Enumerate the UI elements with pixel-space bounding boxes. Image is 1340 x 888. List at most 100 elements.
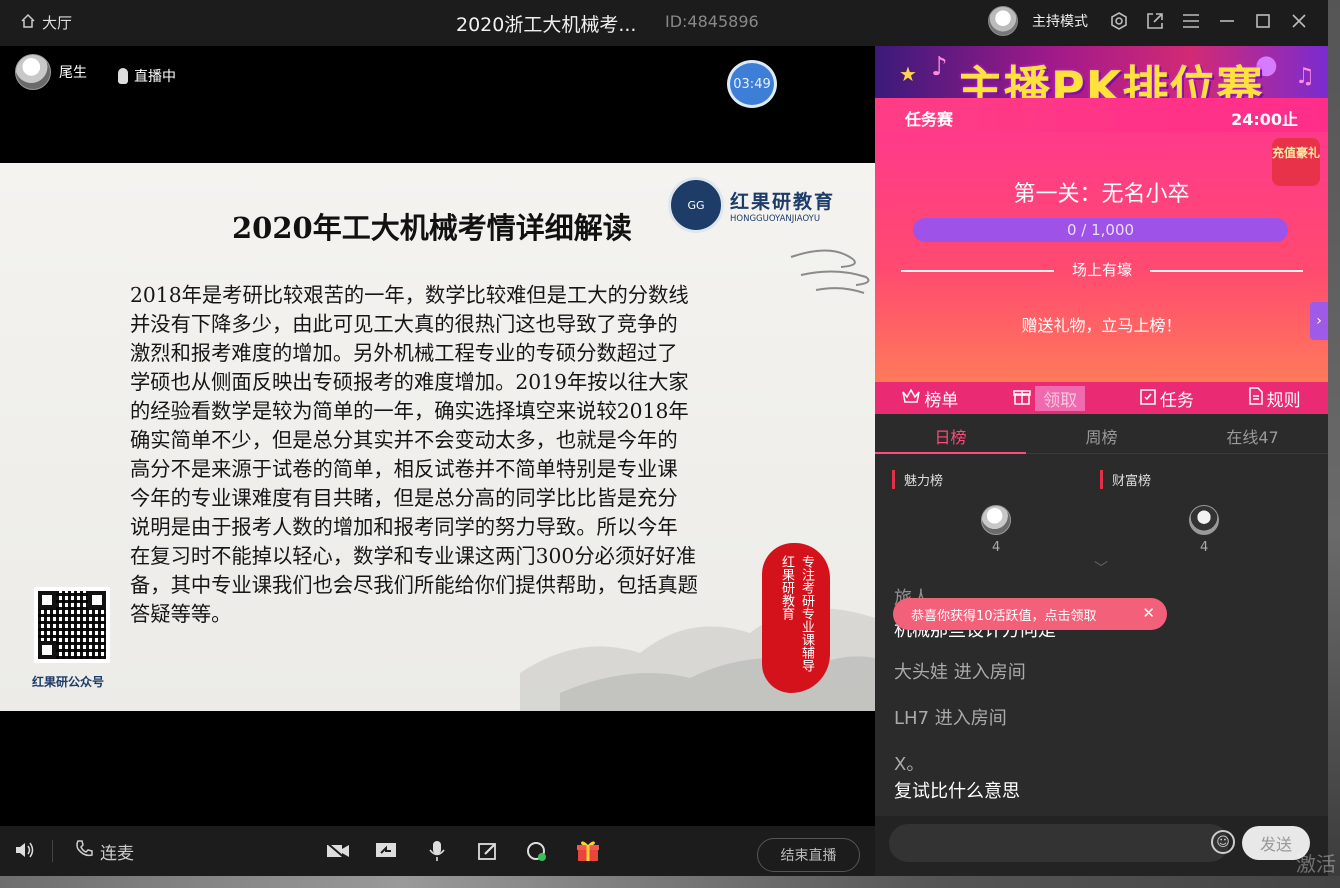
slide-line: 今年的专业课难度有目共睹，但是总分高的同学比比皆是充分 — [130, 486, 678, 510]
wealth-top-avatar[interactable] — [1189, 505, 1219, 535]
pk-progress-bar: 0 / 1,000 — [913, 218, 1288, 242]
charm-count: 4 — [992, 540, 1001, 555]
right-panel: ★ ♪ ● ♫ 主播PK排位赛 任务赛 24:00止 充值豪礼 第一关：无名小卒… — [875, 46, 1328, 876]
tab-tasks[interactable]: 任务 — [1136, 384, 1198, 413]
pk-divider-label: 场上有壕 — [1072, 261, 1133, 279]
star-icon: ★ — [899, 62, 917, 86]
host-name: 尾生 — [59, 65, 87, 81]
pk-divider: 场上有壕 — [901, 263, 1303, 278]
tab-label: 规则 — [1266, 390, 1301, 411]
tab-daily[interactable]: 日榜 — [875, 414, 1026, 454]
screen-share-icon[interactable] — [374, 841, 398, 861]
lobby-button[interactable]: 大厅 — [20, 12, 72, 33]
rank-tabs: 日榜 周榜 在线47 — [875, 414, 1328, 454]
wealth-board-title: 财富榜 — [1100, 470, 1151, 489]
charm-board: 魅力榜 — [892, 470, 943, 489]
tab-leaderboard[interactable]: 榜单 — [898, 384, 962, 413]
close-icon[interactable]: ✕ — [1142, 604, 1155, 622]
video-area: 尾生 直播中 03:49 GG 红果研教育 HONGGUOYANJIAOYU 2… — [0, 46, 875, 826]
chevron-down-icon[interactable]: ﹀ — [1087, 562, 1115, 576]
chat-panel: 旅人 机械那些设计方向是 恭喜你获得10活跃值，点击领取 ✕ 大头娃 进入房间 … — [875, 580, 1328, 816]
pk-banner: ★ ♪ ● ♫ 主播PK排位赛 任务赛 24:00止 — [875, 46, 1328, 132]
cloud-swirl-decoration — [790, 249, 870, 294]
live-label: 直播中 — [134, 69, 176, 85]
microphone-icon — [118, 68, 128, 84]
pk-tabs: 榜单 领取 任务 规则 — [875, 382, 1328, 414]
music-note-icon: ♫ — [1295, 64, 1315, 89]
activity-toast[interactable]: 恭喜你获得10活跃值，点击领取 ✕ — [893, 598, 1167, 630]
ranking-boards: 魅力榜 4 财富榜 4 ﹀ — [875, 456, 1328, 580]
seal-text: 红果研教育 — [779, 555, 794, 620]
camera-off-icon[interactable] — [325, 841, 351, 861]
chevron-right-icon[interactable]: › — [1310, 302, 1328, 340]
gift-tip: 赠送礼物，立马上榜！ — [1021, 316, 1182, 335]
red-seal-stamp: 专注考研专业课辅导 红果研教育 — [762, 543, 830, 693]
speaker-icon[interactable] — [14, 840, 36, 860]
brand-name-cn: 红果研教育 — [730, 190, 836, 213]
settings-icon[interactable] — [1108, 10, 1130, 32]
chat-username: X。 — [894, 754, 925, 775]
music-note-icon: ♪ — [931, 52, 948, 82]
tab-label: 榜单 — [924, 390, 959, 411]
brand-logo-icon: GG — [668, 177, 724, 233]
slide-line: 在复习时不能掉以轻心，数学和专业课这两门300分必须好好准 — [130, 544, 697, 568]
brand-logo-block: GG 红果研教育 HONGGUOYANJIAOYU — [668, 177, 835, 233]
gift-box-icon — [1013, 387, 1031, 410]
tab-rules[interactable]: 规则 — [1245, 384, 1305, 413]
slide-line: 高分不是来源于试卷的简单，相反试卷并不简单特别是专业课 — [130, 457, 678, 481]
slide-line: 说明是由于报考人数的增加和报考同学的努力导致。所以今年 — [130, 515, 678, 539]
toast-text: 恭喜你获得10活跃值，点击领取 — [911, 608, 1097, 624]
phone-icon — [74, 839, 94, 864]
chat-system-message: 大头娃 进入房间 — [894, 662, 1026, 683]
chat-message: 复试比什么意思 — [894, 781, 1020, 802]
tab-online[interactable]: 在线47 — [1177, 414, 1328, 453]
user-avatar[interactable] — [988, 6, 1018, 36]
qr-code — [34, 587, 110, 663]
microphone-button-icon[interactable] — [428, 840, 446, 862]
gift-icon[interactable] — [576, 839, 600, 863]
crown-icon — [902, 387, 921, 409]
slide-title: 2020年工大机械考情详细解读 — [232, 211, 632, 245]
room-id: ID:4845896 — [665, 12, 759, 31]
edit-icon[interactable] — [477, 841, 499, 861]
control-bar: 连麦 结束直播 — [0, 826, 875, 876]
emoji-icon[interactable]: ☺ — [1211, 830, 1235, 854]
minimize-icon[interactable] — [1216, 10, 1238, 32]
slide-line: 的经验看数学是较为简单的一年，确实选择填空来说较2018年 — [130, 399, 689, 423]
activation-watermark: 激活 — [1296, 852, 1336, 876]
brand-name-en: HONGGUOYANJIAOYU — [730, 213, 821, 224]
document-icon — [1248, 386, 1263, 410]
tab-weekly[interactable]: 周榜 — [1026, 414, 1177, 453]
slide-line: 备，其中专业课我们也会尽我们所能给你们提供帮助，包括真题 — [130, 573, 698, 597]
end-live-button[interactable]: 结束直播 — [757, 838, 860, 872]
connect-mic-button[interactable]: 连麦 — [74, 839, 134, 864]
close-icon[interactable] — [1288, 10, 1310, 32]
title-bar: 大厅 2020浙工大机械考... ID:4845896 主持模式 — [0, 0, 1328, 46]
menu-icon[interactable] — [1180, 10, 1202, 32]
pk-deadline: 24:00止 — [1231, 110, 1298, 129]
chat-system-message: LH7 进入房间 — [894, 708, 1007, 729]
wealth-board: 财富榜 — [1100, 470, 1151, 489]
host-info[interactable]: 尾生 — [15, 54, 87, 90]
presentation-slide: GG 红果研教育 HONGGUOYANJIAOYU 2020年工大机械考情详细解… — [0, 163, 875, 711]
tab-label: 领取 — [1035, 385, 1086, 411]
connect-mic-label: 连麦 — [100, 844, 134, 864]
chat-input-bar: ☺ 发送 — [875, 816, 1328, 876]
host-mode-label[interactable]: 主持模式 — [1032, 11, 1088, 31]
slide-line: 学硕也从侧面反映出专硕报考的难度增加。2019年按以往大家 — [130, 370, 689, 394]
tab-claim[interactable]: 领取 — [1009, 384, 1089, 413]
popout-icon[interactable] — [1144, 10, 1166, 32]
host-avatar[interactable] — [15, 54, 51, 90]
beauty-filter-icon[interactable] — [526, 840, 548, 862]
charm-top-avatar[interactable] — [981, 505, 1011, 535]
desktop-background — [0, 876, 1340, 888]
maximize-icon[interactable] — [1252, 10, 1274, 32]
chat-input[interactable] — [889, 824, 1229, 862]
desktop-background — [1328, 0, 1340, 888]
slide-line: 2018年是考研比较艰苦的一年，数学比较难但是工大的分数线 — [130, 283, 689, 307]
seal-text: 专注考研专业课辅导 — [799, 555, 814, 672]
room-title: 2020浙工大机械考... — [456, 14, 637, 36]
slide-line: 激烈和报考难度的增加。另外机械工程专业的专硕分数超过了 — [130, 341, 678, 365]
slide-body: 2018年是考研比较艰苦的一年，数学比较难但是工大的分数线 并没有下降多少，由此… — [130, 281, 745, 629]
pk-level: 第一关：无名小卒 — [1013, 182, 1190, 207]
